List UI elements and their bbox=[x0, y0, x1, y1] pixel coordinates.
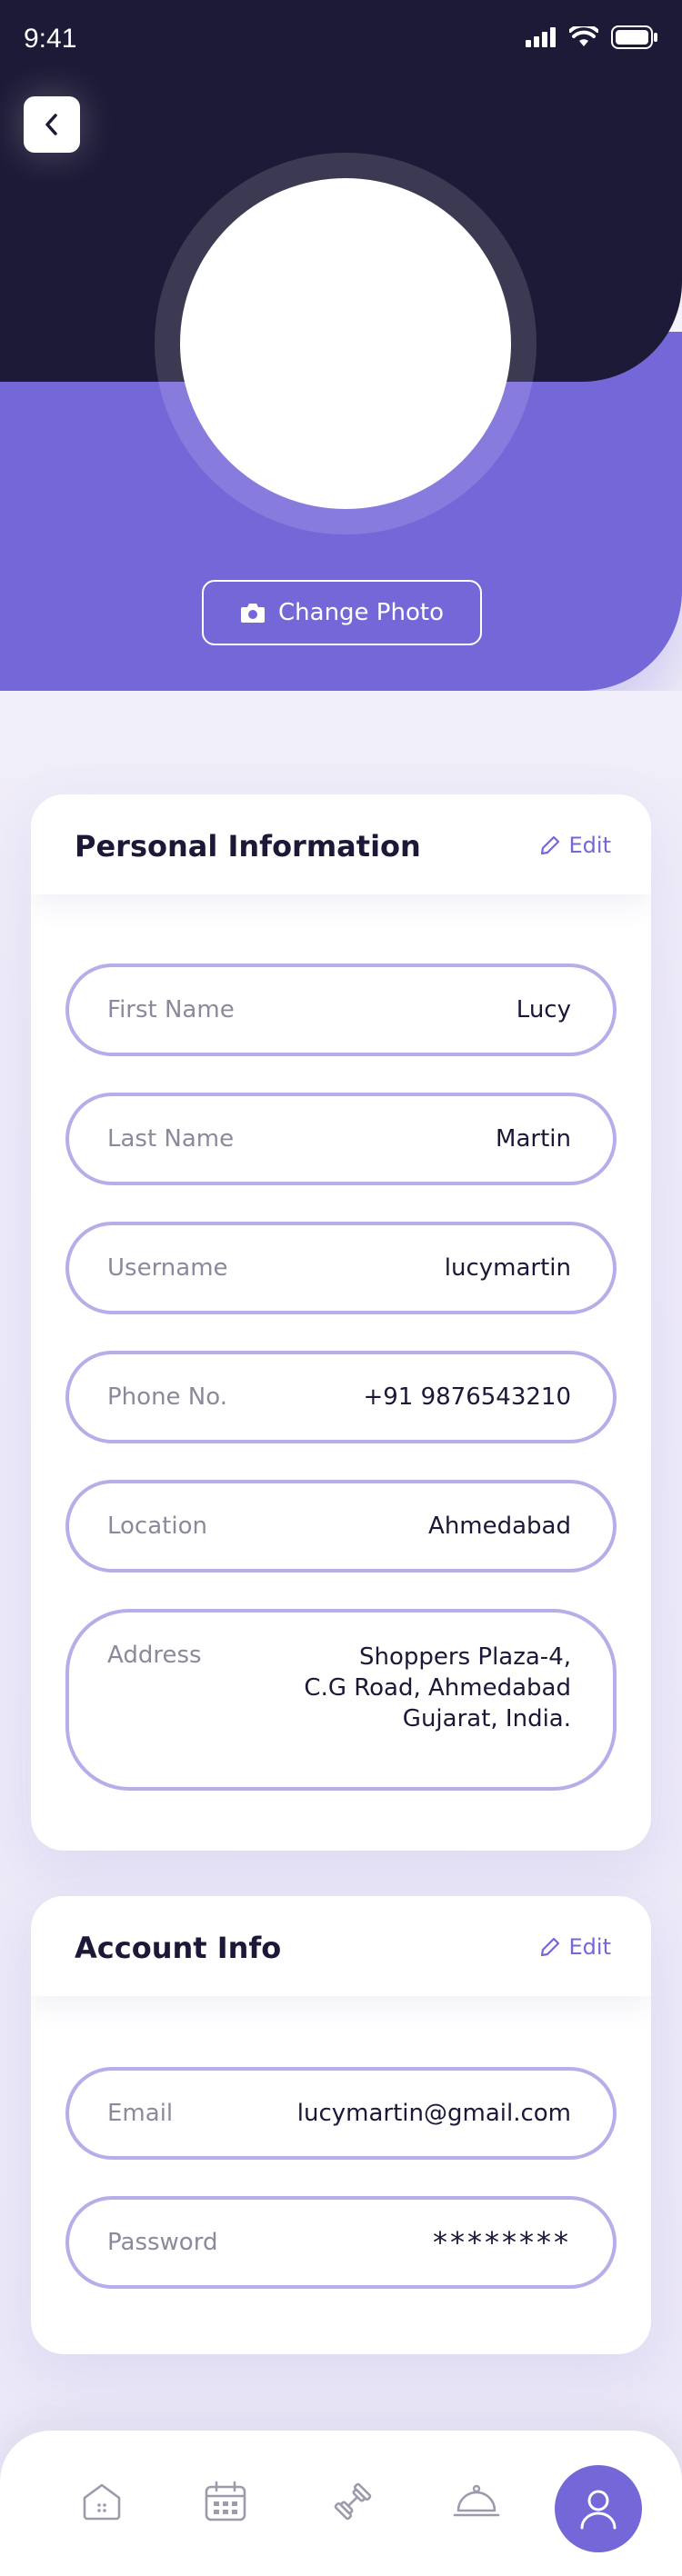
chevron-left-icon bbox=[45, 114, 57, 135]
home-icon bbox=[83, 2483, 121, 2521]
change-photo-label: Change Photo bbox=[278, 599, 444, 626]
nav-profile[interactable] bbox=[555, 2465, 642, 2552]
account-info-header: Account Info Edit bbox=[31, 1896, 651, 1996]
card-title: Personal Information bbox=[75, 829, 421, 864]
card-title: Account Info bbox=[75, 1931, 282, 1965]
field-label: Phone No. bbox=[107, 1383, 227, 1411]
back-button[interactable] bbox=[24, 96, 80, 153]
field-label: First Name bbox=[107, 996, 235, 1023]
nav-home[interactable] bbox=[65, 2465, 138, 2538]
account-info-card: Account Info Edit Email lucymartin@gmail… bbox=[31, 1896, 651, 2354]
password-field[interactable]: Password ******** bbox=[65, 2196, 617, 2289]
field-value: Ahmedabad bbox=[428, 1513, 571, 1540]
personal-edit-button[interactable]: Edit bbox=[540, 833, 611, 858]
field-label: Password bbox=[107, 2229, 218, 2256]
location-field[interactable]: Location Ahmedabad bbox=[65, 1480, 617, 1573]
profile-icon bbox=[580, 2490, 617, 2530]
account-edit-button[interactable]: Edit bbox=[540, 1934, 611, 1960]
address-line: C.G Road, Ahmedabad bbox=[304, 1674, 571, 1702]
address-value: Shoppers Plaza-4, C.G Road, Ahmedabad Gu… bbox=[304, 1642, 571, 1734]
first-name-field[interactable]: First Name Lucy bbox=[65, 964, 617, 1056]
avatar[interactable] bbox=[180, 178, 511, 509]
battery-icon bbox=[611, 25, 657, 49]
edit-label: Edit bbox=[568, 1934, 611, 1960]
cloche-icon bbox=[453, 2484, 500, 2517]
field-label: Email bbox=[107, 2100, 174, 2127]
field-value: lucymartin@gmail.com bbox=[296, 2100, 571, 2127]
field-label: Last Name bbox=[107, 1125, 235, 1153]
field-value: +91 9876543210 bbox=[363, 1383, 571, 1411]
edit-label: Edit bbox=[568, 833, 611, 858]
wifi-icon bbox=[569, 26, 598, 46]
status-bar: 9:41 bbox=[0, 0, 682, 80]
field-label: Address bbox=[107, 1642, 202, 1669]
status-time: 9:41 bbox=[24, 24, 77, 54]
personal-info-card: Personal Information Edit First Name Luc… bbox=[31, 794, 651, 1851]
nav-calendar[interactable] bbox=[189, 2465, 262, 2538]
nav-workout[interactable] bbox=[316, 2465, 389, 2538]
username-field[interactable]: Username lucymartin bbox=[65, 1222, 617, 1314]
pencil-icon bbox=[540, 835, 559, 855]
signal-icon bbox=[526, 27, 556, 47]
field-label: Location bbox=[107, 1513, 207, 1540]
calendar-icon bbox=[205, 2481, 246, 2521]
bottom-nav bbox=[0, 2431, 682, 2576]
nav-meals[interactable] bbox=[440, 2465, 513, 2538]
phone-field[interactable]: Phone No. +91 9876543210 bbox=[65, 1351, 617, 1443]
pencil-icon bbox=[540, 1937, 559, 1957]
address-line: Shoppers Plaza-4, bbox=[359, 1643, 571, 1671]
address-field[interactable]: Address Shoppers Plaza-4, C.G Road, Ahme… bbox=[65, 1609, 617, 1791]
field-value: Lucy bbox=[516, 996, 571, 1023]
field-value: ******** bbox=[433, 2225, 571, 2260]
change-photo-button[interactable]: Change Photo bbox=[202, 580, 482, 645]
camera-icon bbox=[241, 604, 265, 623]
status-icons bbox=[526, 25, 658, 49]
address-line: Gujarat, India. bbox=[402, 1705, 571, 1732]
field-label: Username bbox=[107, 1254, 228, 1282]
last-name-field[interactable]: Last Name Martin bbox=[65, 1093, 617, 1185]
personal-info-header: Personal Information Edit bbox=[31, 794, 651, 894]
field-value: Martin bbox=[496, 1125, 571, 1153]
email-field[interactable]: Email lucymartin@gmail.com bbox=[65, 2067, 617, 2160]
field-value: lucymartin bbox=[444, 1254, 571, 1282]
dumbbell-icon bbox=[334, 2482, 372, 2521]
